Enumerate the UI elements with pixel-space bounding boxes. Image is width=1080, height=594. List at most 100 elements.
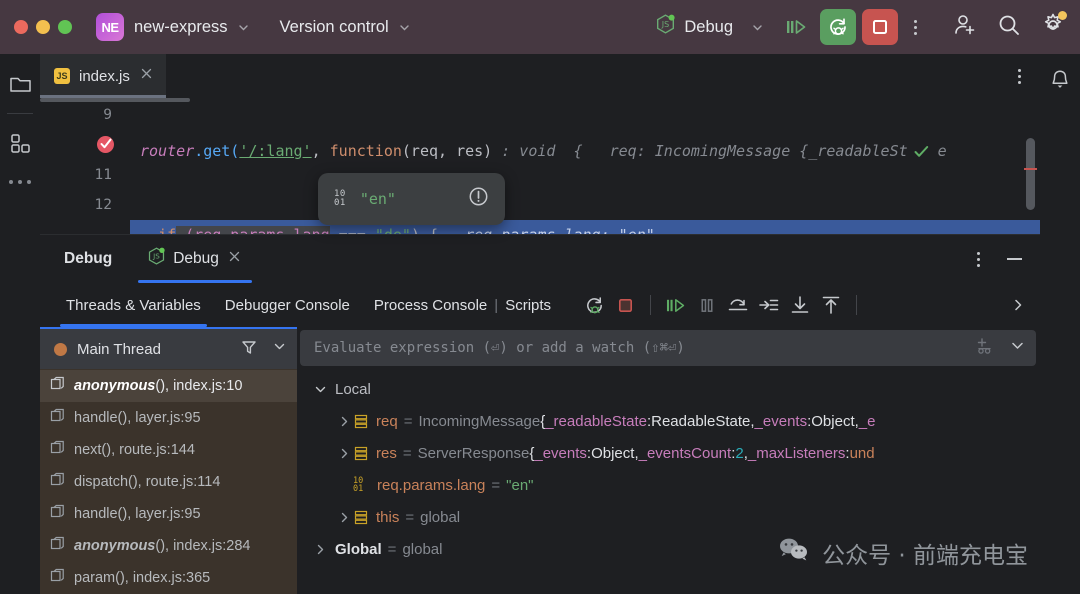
stop-button[interactable]	[862, 9, 898, 45]
frame-function-name: next	[74, 442, 102, 458]
chevron-down-icon[interactable]	[268, 339, 287, 359]
code-token-condition-lhs: (req.params.lang	[176, 226, 330, 234]
run-configuration-selector[interactable]: JS Debug	[656, 14, 764, 40]
value-tooltip-popup[interactable]: 10 01 "en"	[318, 173, 505, 225]
more-controls-chevron-icon[interactable]	[1010, 297, 1040, 313]
project-name: new-express	[134, 17, 228, 36]
force-step-into-icon[interactable]	[787, 292, 813, 318]
code-token-open-brace: ) {	[411, 226, 438, 234]
variable-type: IncomingMessage	[418, 412, 541, 430]
window-controls[interactable]	[14, 20, 72, 34]
filter-icon[interactable]	[240, 338, 258, 361]
thread-selector[interactable]: Main Thread	[40, 327, 297, 369]
chevron-right-icon[interactable]	[311, 543, 329, 556]
project-folder-icon[interactable]	[5, 68, 35, 98]
chevron-right-icon[interactable]	[335, 447, 353, 460]
chevron-down-icon[interactable]	[311, 383, 329, 396]
resume-program-button[interactable]	[778, 9, 814, 45]
more-tool-windows-icon[interactable]	[9, 180, 31, 184]
vertical-scrollbar[interactable]	[1024, 138, 1037, 210]
frame-row[interactable]: next(), route.js:144	[40, 434, 297, 466]
frame-row[interactable]: anonymous(), index.js:10	[40, 370, 297, 402]
tab-threads-and-variables[interactable]: Threads & Variables	[54, 283, 213, 327]
frame-row[interactable]: anonymous(), index.js:284	[40, 530, 297, 562]
minimize-tool-window-icon[interactable]	[1007, 258, 1022, 260]
code-token-router: router	[140, 142, 195, 160]
editor-tab-index-js[interactable]: JS index.js	[40, 54, 166, 98]
editor-options-icon[interactable]	[1008, 68, 1030, 84]
variable-row-res[interactable]: res = ServerResponse {_events: Object, _…	[297, 437, 1040, 469]
close-tab-icon[interactable]	[139, 66, 154, 86]
chevron-right-icon[interactable]	[335, 511, 353, 524]
step-out-icon[interactable]	[818, 292, 844, 318]
evaluate-expression-field[interactable]: Evaluate expression (⏎) or add a watch (…	[300, 330, 1036, 366]
tab-scripts-label: Scripts	[505, 296, 552, 314]
notifications-bell-icon[interactable]	[1048, 68, 1072, 97]
thread-status-dot	[54, 342, 67, 356]
frame-row[interactable]: handle(), layer.js:95	[40, 498, 297, 530]
tab-debugger-console[interactable]: Debugger Console	[213, 283, 362, 327]
editor-gutter[interactable]: 9 11 12	[40, 98, 130, 234]
frame-location: (), route.js:114	[128, 474, 221, 490]
object-value-2: 2	[735, 444, 744, 462]
project-selector[interactable]: NE new-express	[96, 13, 250, 41]
variable-row-req[interactable]: req = IncomingMessage {_readableState: R…	[297, 405, 1040, 437]
variable-name: req	[376, 412, 398, 430]
code-editor[interactable]: 9 11 12 router.get('/:lang', function(re…	[40, 98, 1040, 234]
tab-process-console[interactable]: Process Console	[362, 283, 493, 327]
center-column: JS index.js 9 11 12 router.get('/:lang',…	[40, 54, 1040, 594]
search-icon[interactable]	[996, 12, 1022, 43]
frame-row[interactable]: param(), index.js:365	[40, 562, 297, 594]
variable-row-this[interactable]: this = global	[297, 501, 1040, 533]
stop-icon[interactable]	[612, 292, 638, 318]
rerun-debug-icon[interactable]	[581, 292, 607, 318]
debug-tool-window: Debug JS Debug Threads & Variables Debug…	[40, 234, 1040, 594]
close-window-dot[interactable]	[14, 20, 28, 34]
tab-threads-and-variables-label: Threads & Variables	[66, 296, 201, 314]
step-over-icon[interactable]	[725, 292, 751, 318]
info-circle-icon[interactable]	[468, 186, 489, 212]
resume-program-icon[interactable]	[663, 292, 689, 318]
frame-row[interactable]: dispatch(), route.js:114	[40, 466, 297, 498]
more-options-icon[interactable]	[904, 19, 926, 35]
rerun-debug-button[interactable]	[820, 9, 856, 45]
debug-session-tab[interactable]: JS Debug	[138, 235, 252, 283]
equals-sign: =	[403, 412, 413, 430]
object-key-2: _eventsCount	[638, 444, 732, 462]
code-token-path: '/:lang'	[239, 142, 312, 160]
code-lines[interactable]: router.get('/:lang', function(req, res) …	[130, 98, 1040, 234]
frame-function-name: anonymous	[74, 538, 156, 554]
code-token-get: .get(	[194, 142, 240, 160]
stack-frame-icon	[50, 376, 65, 396]
variable-row-req-params-lang[interactable]: 10 01 req.params.lang = "en"	[297, 469, 1040, 501]
pause-program-icon[interactable]	[694, 292, 720, 318]
add-user-icon[interactable]	[952, 12, 978, 43]
variables-group-local[interactable]: Local	[297, 373, 1040, 405]
settings-gear-icon[interactable]	[1040, 10, 1067, 43]
close-tab-icon[interactable]	[227, 249, 242, 269]
frame-row[interactable]: handle(), layer.js:95	[40, 402, 297, 434]
chevron-down-icon[interactable]	[995, 337, 1026, 359]
frame-location: (), route.js:144	[101, 442, 195, 458]
variables-tree[interactable]: Local req = IncomingMessage {_readableSt…	[297, 369, 1040, 594]
editor-tab-bar: JS index.js	[40, 54, 1040, 98]
frames-list[interactable]: anonymous(), index.js:10 handle(), layer…	[40, 369, 297, 594]
plugins-icon[interactable]	[5, 128, 35, 158]
add-watch-icon[interactable]	[975, 336, 995, 361]
controls-divider	[650, 295, 652, 315]
title-bar-actions	[952, 10, 1067, 43]
frame-function-name: param	[74, 570, 116, 586]
minimize-window-dot[interactable]	[36, 20, 50, 34]
version-control-menu[interactable]: Version control	[280, 18, 411, 37]
line-number-12: 12	[94, 197, 112, 213]
breakpoint-verified-icon[interactable]	[97, 136, 114, 153]
step-into-icon[interactable]	[756, 292, 782, 318]
variables-group-global[interactable]: Global = global	[297, 533, 1040, 565]
tooltip-value: "en"	[359, 190, 396, 208]
tab-active-underline	[60, 324, 207, 327]
tab-scripts[interactable]: Scripts	[499, 283, 563, 327]
chevron-right-icon[interactable]	[335, 415, 353, 428]
tool-window-options-icon[interactable]	[967, 251, 989, 267]
maximize-window-dot[interactable]	[58, 20, 72, 34]
title-bar: NE new-express Version control JS Debug	[0, 0, 1080, 54]
